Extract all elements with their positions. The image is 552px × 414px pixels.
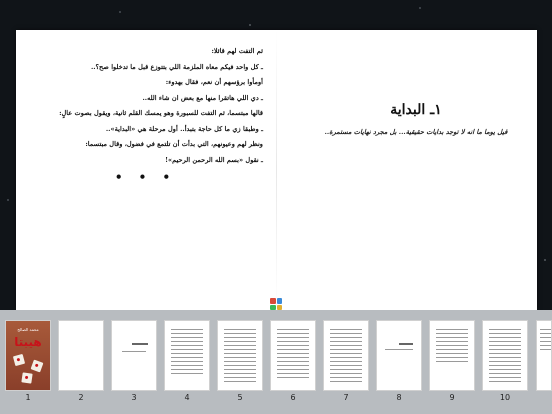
thumbnail-number: 9 [449,393,455,402]
grid-cell [270,298,276,304]
thumbnail-number: 10 [499,393,511,402]
text-line: أومأوا برؤسهم أن نعم، فقال بهدوء: [165,78,263,86]
thumbnail-page[interactable] [270,320,316,391]
thumbnail-page-partial[interactable] [536,320,552,391]
thumbnail-number: 2 [78,393,84,402]
grid-cell [276,298,282,304]
thumbnail-number: 6 [290,393,296,402]
thumbnail-number: 8 [396,393,402,402]
text-line: ـ نقول «بسم الله الرحمن الرحيم»! [165,155,263,164]
dice-icon [30,359,44,373]
thumbnail-number: 4 [184,393,190,402]
thumbnail-page[interactable] [323,320,369,391]
text-line: ثم التفت لهم قائلا: [211,47,263,55]
thumbnail-page[interactable] [111,320,157,391]
cover-title: هيبتا [14,335,42,349]
cover-author: محمد الصالح [17,327,39,332]
book-spine [276,30,277,310]
thumbnail-number: 3 [131,393,137,402]
dice-icon [12,353,26,367]
thumbnail-page[interactable] [482,320,528,391]
section-dots: • • • [114,170,177,184]
thumbnail-number: 1 [25,393,31,402]
thumbnail-cover[interactable]: محمد الصالح هيبتا [5,320,51,391]
text-line: ـ وطبقا زي ما كل حاجة بتبدأ.. أول مرحلة … [105,124,263,133]
thumbnail-page[interactable] [164,320,210,391]
book-spread[interactable]: ثم التفت لهم قائلا: ـ كل واحد فيكم معاه … [16,30,537,310]
thumbnail-page[interactable] [217,320,263,391]
chapter-title: ١ـ البداية [390,102,442,118]
text-line: ـ دي اللي هاتقرا منها مع بعض ان شاء الله… [142,93,263,102]
text-line: قالها مبتسما، ثم التفت للسبورة وهو يمسك … [59,109,263,117]
thumbnail-page[interactable] [58,320,104,391]
page-grid-icon[interactable] [270,298,282,310]
thumbnail-number: 7 [343,393,349,402]
thumbnail-page[interactable] [376,320,422,391]
thumbnail-page[interactable] [429,320,475,391]
text-line: ـ كل واحد فيكم معاه الملزمة اللي بتتوزع … [90,62,263,71]
thumbnail-number: 5 [237,393,243,402]
dice-icon [21,372,33,384]
left-page-text: ثم التفت لهم قائلا: ـ كل واحد فيكم معاه … [28,44,263,186]
text-line: ونظر لهم وعيونهم، التي بدأت أن تلتمع في … [85,140,263,148]
chapter-epigraph: قيل يوما ما انه لا توجد بدايات حقيقية...… [324,128,508,136]
